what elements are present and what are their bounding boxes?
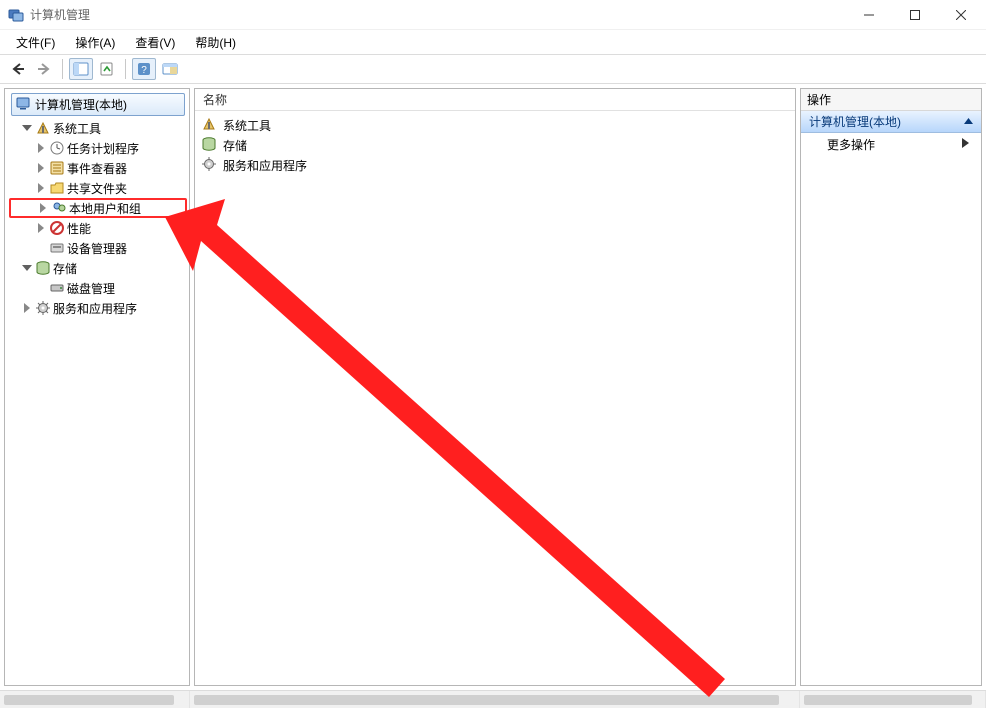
list-header[interactable]: 名称 <box>195 89 795 111</box>
tree-root-label: 计算机管理(本地) <box>35 96 127 113</box>
tree-label: 事件查看器 <box>67 160 127 177</box>
tree-label: 系统工具 <box>53 120 101 137</box>
nav-forward-button[interactable] <box>32 58 56 80</box>
actions-more-label: 更多操作 <box>827 136 875 153</box>
column-name: 名称 <box>203 91 227 108</box>
tree-label: 设备管理器 <box>67 240 127 257</box>
actions-more[interactable]: 更多操作 <box>801 133 981 155</box>
system-tools-icon <box>201 116 217 135</box>
expander-icon[interactable] <box>35 163 47 173</box>
event-viewer-icon <box>49 160 65 176</box>
collapse-icon <box>964 115 973 129</box>
tree-label: 本地用户和组 <box>69 200 141 217</box>
tree-label: 磁盘管理 <box>67 280 115 297</box>
maximize-button[interactable] <box>892 0 938 30</box>
tree-label: 任务计划程序 <box>67 140 139 157</box>
list-item-storage[interactable]: 存储 <box>197 135 793 155</box>
tree-item-shared-folders[interactable]: 共享文件夹 <box>9 178 187 198</box>
expander-icon[interactable] <box>21 265 33 271</box>
expander-icon[interactable] <box>37 203 49 213</box>
expander-icon[interactable] <box>35 223 47 233</box>
storage-icon <box>201 136 217 155</box>
menu-view[interactable]: 查看(V) <box>125 32 185 53</box>
menu-action[interactable]: 操作(A) <box>65 32 125 53</box>
users-groups-icon <box>51 200 67 216</box>
view-toggle-button[interactable] <box>158 58 182 80</box>
minimize-button[interactable] <box>846 0 892 30</box>
menu-bar: 文件(F) 操作(A) 查看(V) 帮助(H) <box>0 30 986 54</box>
expander-icon[interactable] <box>35 143 47 153</box>
actions-header-label: 操作 <box>807 91 831 108</box>
tree-item-disk-management[interactable]: 磁盘管理 <box>9 278 187 298</box>
actions-section-label: 计算机管理(本地) <box>809 113 901 130</box>
tree-item-event-viewer[interactable]: 事件查看器 <box>9 158 187 178</box>
tree-label: 性能 <box>67 220 91 237</box>
expander-icon[interactable] <box>21 303 33 313</box>
actions-pane-header: 操作 <box>801 89 981 111</box>
close-button[interactable] <box>938 0 984 30</box>
expander-icon[interactable] <box>21 125 33 131</box>
list-item-label: 存储 <box>223 137 247 154</box>
title-bar: 计算机管理 <box>0 0 986 30</box>
chevron-right-icon <box>962 137 969 151</box>
menu-file[interactable]: 文件(F) <box>6 32 65 53</box>
tree-item-device-manager[interactable]: 设备管理器 <box>9 238 187 258</box>
performance-icon <box>49 220 65 236</box>
services-icon <box>201 156 217 175</box>
expander-icon[interactable] <box>35 183 47 193</box>
properties-button[interactable] <box>95 58 119 80</box>
tree-item-task-scheduler[interactable]: 任务计划程序 <box>9 138 187 158</box>
tree-label: 共享文件夹 <box>67 180 127 197</box>
toolbar: ? <box>0 54 986 84</box>
window-controls <box>846 0 984 30</box>
tree-item-system-tools[interactable]: 系统工具 <box>9 118 187 138</box>
tree-label: 服务和应用程序 <box>53 300 137 317</box>
actions-section[interactable]: 计算机管理(本地) <box>801 111 981 133</box>
details-list-pane: 名称 系统工具 存储 服务和应用程序 <box>194 88 796 686</box>
list-item-services-apps[interactable]: 服务和应用程序 <box>197 155 793 175</box>
disk-management-icon <box>49 280 65 296</box>
services-icon <box>35 300 51 316</box>
help-button[interactable]: ? <box>132 58 156 80</box>
tree-root[interactable]: 计算机管理(本地) <box>11 93 185 116</box>
horizontal-scrollbar[interactable] <box>0 690 986 708</box>
nav-back-button[interactable] <box>6 58 30 80</box>
shared-folders-icon <box>49 180 65 196</box>
navigation-tree-pane: 计算机管理(本地) 系统工具 任务计划程序 <box>4 88 190 686</box>
tree-item-local-users-groups[interactable]: 本地用户和组 <box>9 198 187 218</box>
window-title: 计算机管理 <box>30 6 90 23</box>
tree-item-performance[interactable]: 性能 <box>9 218 187 238</box>
list-item-label: 服务和应用程序 <box>223 157 307 174</box>
list-item-system-tools[interactable]: 系统工具 <box>197 115 793 135</box>
storage-icon <box>35 260 51 276</box>
list-item-label: 系统工具 <box>223 117 271 134</box>
show-hide-tree-button[interactable] <box>69 58 93 80</box>
tree-label: 存储 <box>53 260 77 277</box>
clock-icon <box>49 140 65 156</box>
system-tools-icon <box>35 120 51 136</box>
tree-item-storage[interactable]: 存储 <box>9 258 187 278</box>
computer-management-icon <box>15 95 31 114</box>
tree-item-services-apps[interactable]: 服务和应用程序 <box>9 298 187 318</box>
menu-help[interactable]: 帮助(H) <box>185 32 246 53</box>
device-manager-icon <box>49 240 65 256</box>
svg-text:?: ? <box>141 65 147 76</box>
actions-pane: 操作 计算机管理(本地) 更多操作 <box>800 88 982 686</box>
app-icon <box>8 7 24 23</box>
